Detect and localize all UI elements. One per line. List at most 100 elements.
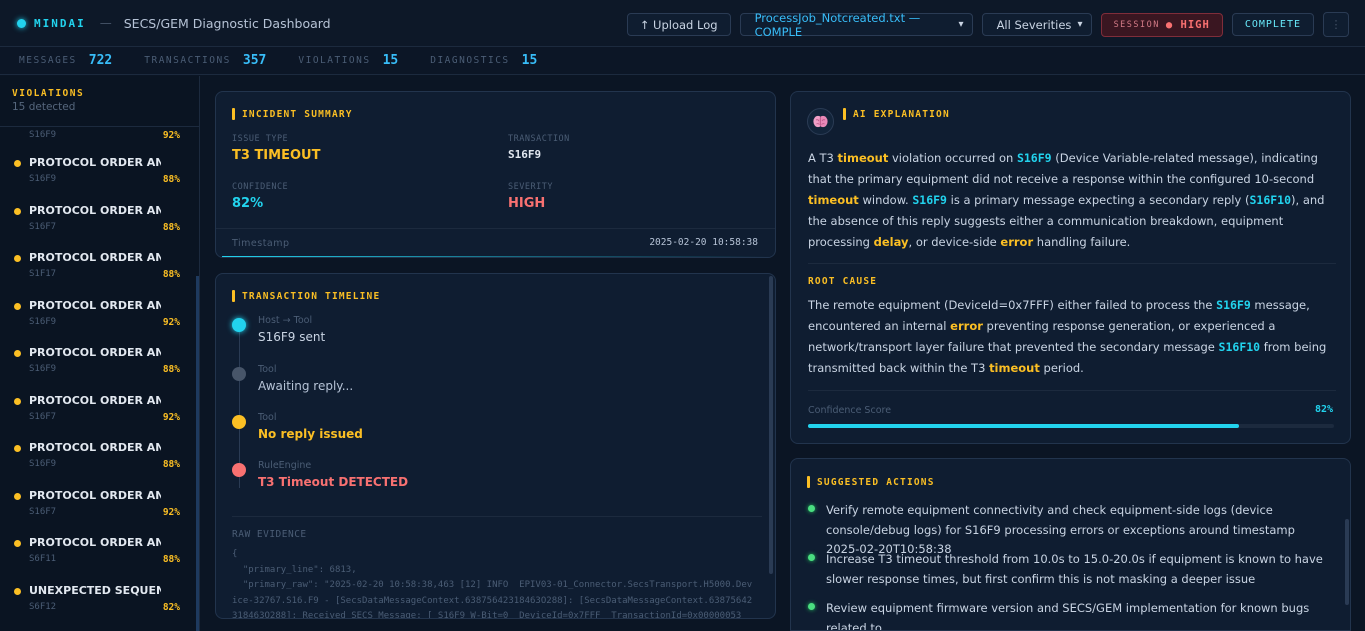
violation-item[interactable]: UNEXPECTED SEQUEN... S6F12 82% (0, 576, 199, 624)
severity-dot-icon (14, 302, 21, 310)
violation-item[interactable]: S16F9 92% (0, 127, 199, 148)
timeline-title-text: TRANSACTION TIMELINE (242, 290, 381, 302)
severity-select[interactable]: All Severities ▾ (981, 13, 1092, 36)
violation-item[interactable]: PROTOCOL ORDER AN... S16F7 92% (0, 386, 199, 434)
timeline-node-icon (232, 367, 246, 381)
violation-confidence: 92% (162, 506, 180, 518)
violation-label: PROTOCOL ORDER AN... (29, 346, 161, 359)
violation-item[interactable]: PROTOCOL ORDER AN... S16F9 88% (0, 148, 199, 196)
timeline-scrollbar[interactable] (769, 276, 773, 574)
violation-label: PROTOCOL ORDER AN... (29, 203, 161, 217)
violation-item[interactable]: PROTOCOL ORDER AN... S1F17 88% (0, 243, 199, 291)
divider (808, 390, 1336, 391)
violation-confidence: 88% (162, 174, 180, 185)
confidence-progress-bar (808, 424, 1334, 428)
violation-list: PROTOCOL ORDER AN...S16F988%PROTOCOL ORD… (0, 148, 199, 623)
severity-select-value: All Severities (996, 17, 1072, 32)
timeline-node-icon (232, 415, 246, 429)
issue-type-field: ISSUE TYPE T3 TIMEOUT (232, 134, 320, 163)
violation-code: S16F7 (29, 411, 57, 422)
violation-confidence: 92% (162, 411, 180, 423)
ai-explanation-title-text: AI EXPLANATION (853, 108, 950, 120)
severity-dot-icon (14, 350, 21, 357)
violation-confidence: 88% (162, 269, 180, 280)
sidebar-subtitle: 15 detected (12, 101, 76, 113)
transaction-label: TRANSACTION (508, 134, 570, 144)
stat-violations: VIOLATIONS 15 (298, 53, 398, 68)
violation-item[interactable]: PROTOCOL ORDER AN... S16F7 92% (0, 481, 199, 529)
timeline-node-icon (232, 463, 246, 477)
ai-explanation-title: AI EXPLANATION (843, 108, 950, 120)
timeline-node-icon (232, 318, 246, 332)
confidence-field: CONFIDENCE 82% (232, 182, 288, 211)
timeline-actor: Tool (258, 364, 277, 375)
issue-type-value: T3 TIMEOUT (232, 148, 321, 163)
chevron-down-icon: ▾ (958, 19, 964, 30)
app-title: SECS/GEM Diagnostic Dashboard (123, 15, 331, 31)
violation-item[interactable]: PROTOCOL ORDER AN... S16F9 88% (0, 338, 199, 386)
timeline-actor: Tool (258, 412, 277, 423)
sidebar-scrollbar[interactable] (196, 276, 199, 631)
violation-label: PROTOCOL ORDER AN... (29, 536, 161, 549)
violation-code: S16F9 (29, 130, 57, 140)
violation-code: S6F11 (29, 554, 57, 564)
chevron-down-icon: ▾ (1077, 19, 1083, 30)
timeline-event: No reply issued (258, 427, 363, 441)
violation-code: S1F17 (29, 269, 57, 279)
timestamp-accent-line (222, 256, 770, 257)
timeline-actor: Host → Tool (258, 315, 313, 326)
violation-item[interactable]: PROTOCOL ORDER AN... S16F9 88% (0, 433, 199, 481)
complete-status-button[interactable]: COMPLETE (1231, 13, 1314, 36)
severity-value: HIGH (508, 196, 546, 211)
timeline-event: S16F9 sent (258, 330, 326, 344)
incident-summary-title-text: INCIDENT SUMMARY (242, 108, 353, 120)
menu-button[interactable]: ⋮ (1323, 12, 1349, 37)
stat-diagnostics: DIAGNOSTICS 15 (430, 53, 537, 68)
session-value: ● HIGH (1165, 18, 1210, 31)
raw-evidence-line: 318463O288]: Received SECS Message: [ S1… (232, 611, 742, 619)
actions-scrollbar[interactable] (1345, 519, 1349, 605)
title-accent-bar (232, 290, 235, 302)
upload-log-button[interactable]: ↑ Upload Log (626, 13, 731, 36)
stats-bar: MESSAGES 722 TRANSACTIONS 357 VIOLATIONS… (0, 47, 1365, 75)
violation-code: S6F12 (29, 601, 57, 612)
violation-label: PROTOCOL ORDER AN... (29, 393, 161, 407)
violation-code: S16F7 (29, 221, 57, 232)
raw-evidence-label: RAW EVIDENCE (232, 529, 307, 540)
divider (808, 263, 1336, 264)
brain-icon (807, 108, 834, 135)
violation-code: S16F9 (29, 174, 57, 184)
title-separator: — (99, 16, 112, 30)
stat-value: 722 (88, 53, 113, 68)
severity-dot-icon (14, 540, 21, 547)
session-badge: SESSION ● HIGH (1100, 12, 1223, 37)
violation-confidence: 88% (162, 554, 180, 565)
violation-label: PROTOCOL ORDER AN... (29, 156, 161, 169)
explanation-text: A T3 timeout violation occurred on S16F9… (808, 151, 1325, 249)
bullet-dot-icon (808, 603, 815, 610)
severity-dot-icon (14, 445, 21, 452)
severity-dot-icon (14, 397, 21, 405)
confidence-label: CONFIDENCE (232, 182, 289, 192)
ai-explanation-panel: AI EXPLANATION A T3 timeout violation oc… (790, 91, 1351, 444)
violation-item[interactable]: PROTOCOL ORDER AN... S16F7 88% (0, 196, 199, 244)
suggested-actions-title: SUGGESTED ACTIONS (807, 476, 935, 488)
stat-messages: MESSAGES 722 (19, 53, 112, 68)
incident-summary-panel: INCIDENT SUMMARY ISSUE TYPE T3 TIMEOUT T… (215, 91, 776, 258)
timeline-actor: RuleEngine (258, 460, 312, 471)
violation-label: PROTOCOL ORDER AN... (29, 488, 161, 502)
suggested-actions-panel: SUGGESTED ACTIONS Verify remote equipmen… (790, 458, 1351, 631)
severity-dot-icon (14, 207, 21, 215)
stat-label: MESSAGES (19, 55, 77, 66)
severity-field: SEVERITY HIGH (508, 182, 553, 211)
top-bar: MINDAI — SECS/GEM Diagnostic Dashboard ↑… (0, 0, 1365, 47)
violation-item[interactable]: PROTOCOL ORDER AN... S16F9 92% (0, 291, 199, 339)
raw-evidence-line: "primary_line": 6813, (232, 564, 357, 575)
timeline-title: TRANSACTION TIMELINE (232, 290, 380, 302)
violation-item[interactable]: PROTOCOL ORDER AN... S6F11 88% (0, 528, 199, 576)
severity-label: SEVERITY (508, 182, 553, 192)
file-select[interactable]: ProcessJob_Notcreated.txt — COMPLE ▾ (739, 11, 973, 39)
timestamp-value: 2025-02-20 10:58:38 (649, 237, 758, 248)
violation-confidence: 88% (162, 364, 180, 375)
stat-value: 15 (521, 53, 538, 68)
